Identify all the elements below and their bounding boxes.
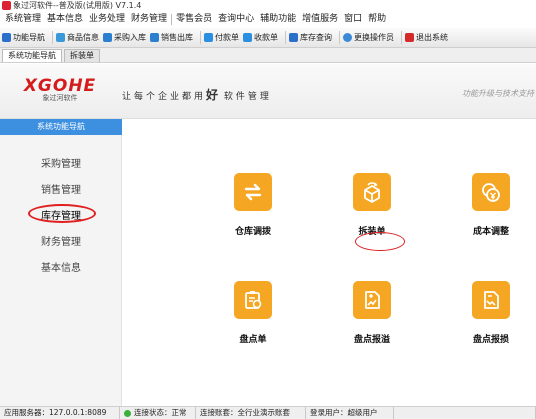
sidebar: 系统功能导航 采购管理 销售管理 库存管理 财务管理 基本信息 (0, 119, 122, 406)
payment-icon (204, 33, 213, 42)
toolbar-label: 付款单 (215, 33, 239, 42)
sidebar-item-purchase[interactable]: 采购管理 (0, 155, 122, 170)
tile-assembly-order[interactable]: 拆装单 (328, 173, 416, 237)
toolbar-label: 退出系统 (416, 33, 448, 42)
status-server: 应用服务器：127.0.0.1:8089 (0, 407, 120, 419)
tile-cost-adjust[interactable]: 成本调整 (447, 173, 535, 237)
slogan-post: 软件管理 (223, 92, 272, 102)
toolbar-label: 采购入库 (114, 33, 146, 42)
receipt-icon (243, 33, 252, 42)
sidebar-item-basic-info[interactable]: 基本信息 (0, 259, 122, 274)
loss-report-icon (472, 281, 510, 319)
toolbar-product-info-button[interactable]: 商品信息 (56, 32, 103, 43)
slogan-pre: 让每个企业都用 (122, 92, 207, 102)
toolbar-sales-out-button[interactable]: 销售出库 (150, 32, 197, 43)
toolbar-receipt-button[interactable]: 收款单 (243, 32, 282, 43)
status-connection-text: 连接状态：正常 (134, 408, 187, 417)
tile-warehouse-transfer[interactable]: 仓库调拨 (209, 173, 297, 237)
toolbar-divider (401, 31, 402, 44)
menu-query[interactable]: 查询中心 (215, 11, 257, 28)
upgrade-support-link[interactable]: 功能升级与技术支持 (462, 88, 534, 99)
toolbar-label: 更换操作员 (354, 33, 394, 42)
stocktake-icon (234, 281, 272, 319)
tab-assembly[interactable]: 拆装单 (64, 49, 100, 62)
app-icon (2, 1, 11, 10)
highlight-circle (28, 204, 96, 223)
tab-system-nav[interactable]: 系统功能导航 (2, 49, 62, 62)
toolbar-divider (339, 31, 340, 44)
tab-bar: 系统功能导航 拆装单 (0, 48, 536, 63)
toolbar-switch-operator-button[interactable]: 更换操作员 (343, 32, 398, 43)
status-connection: 连接状态：正常 (120, 407, 196, 419)
toolbar-divider (52, 31, 53, 44)
sidebar-item-finance[interactable]: 财务管理 (0, 233, 122, 248)
toolbar-exit-button[interactable]: 退出系统 (405, 32, 452, 43)
toolbar-label: 收款单 (254, 33, 278, 42)
tile-label: 盘点单 (239, 335, 267, 345)
connection-status-icon (124, 409, 131, 417)
menu-basic-info[interactable]: 基本信息 (44, 11, 86, 28)
stock-query-icon (289, 33, 298, 42)
tile-stocktake[interactable]: 盘点单 (209, 281, 297, 345)
product-info-icon (56, 33, 65, 42)
exit-icon (405, 33, 414, 42)
toolbar-label: 商品信息 (67, 33, 99, 42)
menu-finance[interactable]: 财务管理 (128, 11, 170, 28)
overage-report-icon (353, 281, 391, 319)
status-user: 登录用户：超级用户 (306, 407, 394, 419)
menu-help[interactable]: 帮助 (365, 11, 389, 28)
cost-adjust-icon (472, 173, 510, 211)
menu-bar: 系统管理 基本信息 业务处理 财务管理 零售会员 查询中心 辅助功能 增值服务 … (0, 11, 536, 28)
menu-business[interactable]: 业务处理 (86, 11, 128, 28)
purchase-in-icon (103, 33, 112, 42)
sidebar-item-sales[interactable]: 销售管理 (0, 181, 122, 196)
status-ledger: 连接账套：全行业演示账套 (196, 407, 306, 419)
tile-label: 盘点报损 (472, 335, 509, 345)
menu-tools[interactable]: 辅助功能 (257, 11, 299, 28)
title-bar: 象过河软件--普及版(试用版) V7.1.4 (0, 0, 536, 11)
sidebar-header: 系统功能导航 (0, 119, 122, 135)
slogan-emphasis: 好 (206, 88, 219, 102)
transfer-icon (234, 173, 272, 211)
toolbar: 功能导航 商品信息 采购入库 销售出库 付款单 收款单 库存查询 更换操作员 退… (0, 28, 536, 48)
toolbar-divider (285, 31, 286, 44)
tile-label: 盘点报溢 (353, 335, 390, 345)
tile-label: 成本调整 (472, 227, 509, 237)
tile-stocktake-overage[interactable]: 盘点报溢 (328, 281, 416, 345)
status-bar: 应用服务器：127.0.0.1:8089 连接状态：正常 连接账套：全行业演示账… (0, 406, 536, 419)
tile-label: 仓库调拨 (234, 227, 271, 237)
window-title: 象过河软件--普及版(试用版) V7.1.4 (13, 1, 142, 10)
menu-value-added[interactable]: 增值服务 (299, 11, 341, 28)
switch-operator-icon (343, 33, 352, 42)
banner: XGOHE 象过河软件 让每个企业都用好 软件管理 功能升级与技术支持 (0, 64, 536, 119)
toolbar-label: 功能导航 (13, 33, 45, 42)
toolbar-divider (200, 31, 201, 44)
toolbar-label: 库存查询 (300, 33, 332, 42)
toolbar-stock-query-button[interactable]: 库存查询 (289, 32, 336, 43)
slogan: 让每个企业都用好 软件管理 (122, 86, 272, 103)
brand-name: XGOHE (23, 76, 97, 96)
brand-logo: XGOHE 象过河软件 (20, 78, 100, 103)
toolbar-nav-button[interactable]: 功能导航 (2, 32, 49, 43)
toolbar-label: 销售出库 (161, 33, 193, 42)
home-icon (2, 33, 11, 42)
status-extra (394, 407, 536, 419)
function-panel: 仓库调拨 拆装单 成本调整 盘点单 盘点报溢 盘点报损 (123, 119, 536, 406)
highlight-circle (355, 232, 405, 251)
menu-divider (171, 14, 173, 25)
toolbar-purchase-in-button[interactable]: 采购入库 (103, 32, 150, 43)
toolbar-payment-button[interactable]: 付款单 (204, 32, 243, 43)
tile-stocktake-loss[interactable]: 盘点报损 (447, 281, 535, 345)
assembly-box-icon (353, 173, 391, 211)
sales-out-icon (150, 33, 159, 42)
menu-window[interactable]: 窗口 (341, 11, 365, 28)
menu-retail[interactable]: 零售会员 (173, 11, 215, 28)
menu-system[interactable]: 系统管理 (2, 11, 44, 28)
